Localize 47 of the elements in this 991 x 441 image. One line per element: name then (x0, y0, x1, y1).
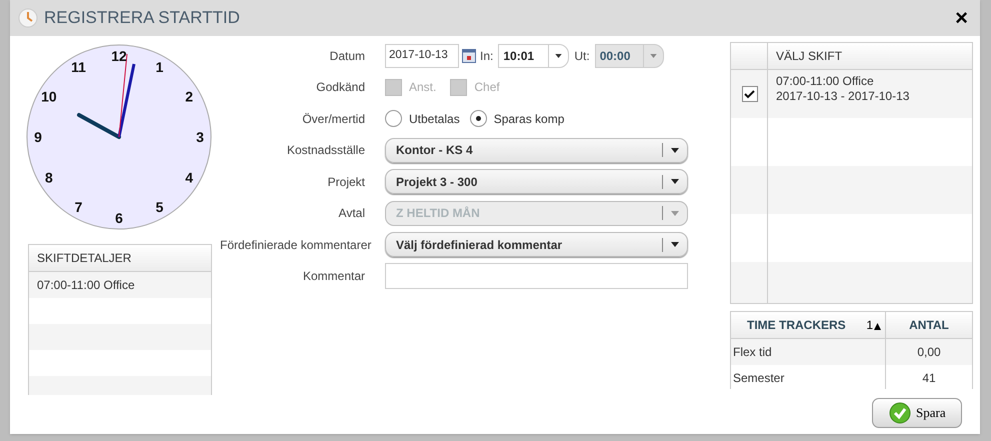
dropdown[interactable]: Kontor - KS 4 (385, 138, 688, 163)
close-button[interactable]: × (951, 7, 972, 29)
table-cell-text: 41 (921, 370, 937, 387)
dropdown[interactable]: Projekt 3 - 300 (385, 169, 688, 194)
save-button[interactable]: Spara (872, 398, 962, 428)
dropdown-arrow-icon (671, 148, 679, 153)
date-field[interactable]: 2017-10-13 (385, 44, 459, 68)
radio-label: Sparas komp (494, 110, 564, 128)
out-label: Ut: (574, 48, 590, 65)
checkbox[interactable] (742, 86, 758, 102)
radio-button[interactable] (470, 110, 487, 128)
window-title: REGISTRERA STARTTID (44, 7, 240, 30)
dropdown-arrow-icon (671, 242, 679, 248)
list-item[interactable]: 07:00-11:00 Office (29, 272, 211, 298)
field-label: Kostnadsställe (286, 142, 366, 160)
time-dropdown[interactable]: 10:01 (498, 44, 570, 68)
field-label: Kommentar (302, 268, 366, 286)
column-header: VÄLJ SKIFT (775, 48, 844, 65)
dropdown-arrow-icon (650, 54, 657, 58)
field-label: Avtal (338, 205, 366, 222)
checkbox-label: Chef (474, 79, 500, 96)
dropdown-arrow-icon (555, 54, 562, 58)
field-label: Över/mertid (301, 110, 366, 128)
column-header[interactable]: TIME TRACKERS (747, 316, 846, 334)
clock-drawing: 12 1 2 3 4 5 6 7 8 9 10 11 (26, 44, 212, 230)
checkmark-icon (889, 402, 911, 424)
checkbox-label: Anst. (409, 79, 436, 96)
field-label: Datum (328, 48, 366, 65)
clock-icon (18, 8, 38, 28)
field-label: Projekt (326, 174, 366, 191)
table-cell: Semester (731, 365, 886, 389)
calendar-icon[interactable] (462, 48, 476, 63)
shift-dates: 2017-10-13 - 2017-10-13 (776, 89, 910, 104)
radio-label: Utbetalas (409, 110, 460, 128)
dropdown-arrow-icon (671, 179, 679, 184)
table-cell-text: 0,00 (916, 344, 942, 361)
sort-ascending-icon[interactable] (874, 323, 881, 330)
in-label: In: (480, 48, 494, 65)
comment-field[interactable] (385, 263, 688, 290)
column-header: ANTAL (909, 317, 949, 334)
field-label: Fördefinierade kommentarer (220, 236, 372, 254)
dropdown-arrow-icon (671, 210, 679, 216)
field-label: Godkänd (315, 79, 366, 96)
radio-button[interactable] (385, 110, 402, 128)
dropdown[interactable]: Välj fördefinierad kommentar (385, 232, 688, 258)
shift-time: 07:00-11:00 Office (776, 74, 875, 89)
sort-order: 1 (866, 317, 873, 334)
